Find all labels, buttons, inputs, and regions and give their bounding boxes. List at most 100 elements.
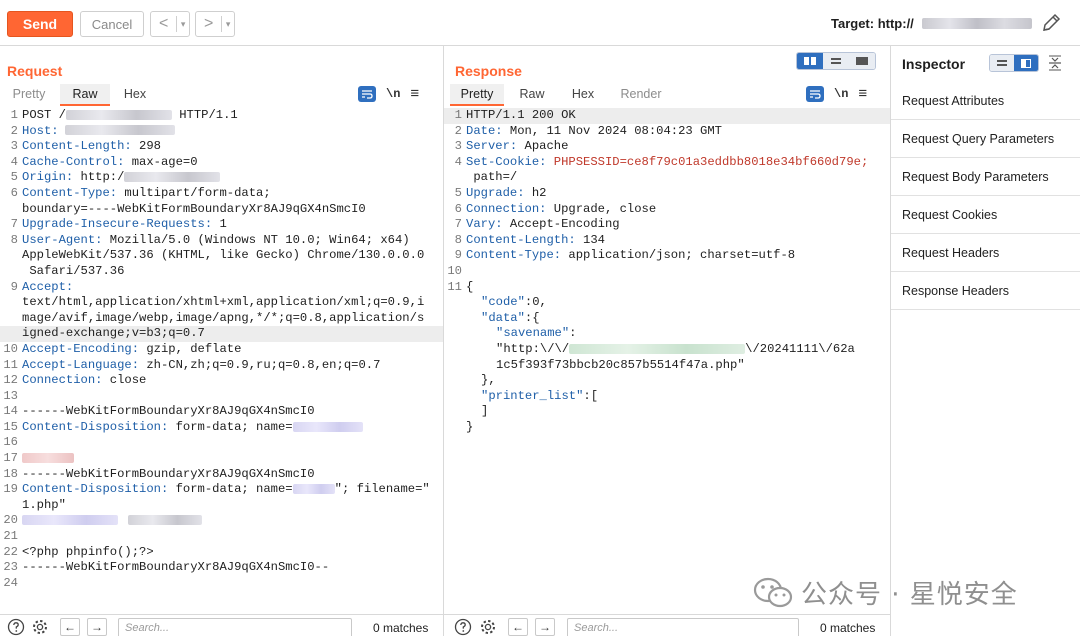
inspector-list-view-icon[interactable] <box>990 55 1014 71</box>
json-string: "http:\/\/ <box>496 341 570 356</box>
line-number: 9 <box>454 248 462 263</box>
inspector-request-body-parameters[interactable]: Request Body Parameters <box>891 158 1080 196</box>
inspector-panel-view-icon[interactable] <box>1014 55 1038 71</box>
tab-pretty[interactable]: Pretty <box>6 84 52 106</box>
line-number: 22 <box>3 544 18 559</box>
line-number: 5 <box>454 185 462 200</box>
header-value: "; filename=" <box>334 482 430 497</box>
cancel-button[interactable]: Cancel <box>80 11 144 37</box>
wrap-lines-icon[interactable] <box>358 86 376 102</box>
request-panel: Request Pretty Raw Hex \n ≡ 1 POST / HTTP… <box>0 46 444 636</box>
response-search-input[interactable]: Search... <box>567 618 799 636</box>
header-value: Safari/537.36 <box>22 263 125 278</box>
redacted-field-name <box>292 421 363 432</box>
tab-pretty[interactable]: Pretty <box>450 84 504 106</box>
header-key: Accept-Language: <box>22 357 140 372</box>
forward-button[interactable]: > ▾ <box>195 11 235 37</box>
inspector-request-headers[interactable]: Request Headers <box>891 234 1080 272</box>
layout-tabs-icon[interactable] <box>849 53 875 69</box>
header-value: Upgrade, close <box>546 201 657 216</box>
line-number: 21 <box>3 529 18 544</box>
search-previous-button[interactable]: ← <box>60 618 80 636</box>
forward-dropdown-icon[interactable]: ▾ <box>222 19 234 30</box>
json-value: :[ <box>583 388 599 403</box>
request-search-input[interactable]: Search... <box>118 618 352 636</box>
response-editor-tools: \n ≡ <box>806 84 867 104</box>
header-value: Mozilla/5.0 (Windows NT 10.0; Win64; x64… <box>102 232 410 247</box>
inspector-response-headers[interactable]: Response Headers <box>891 272 1080 310</box>
header-value: close <box>102 373 147 388</box>
help-icon[interactable] <box>454 618 472 636</box>
cookie-value: path=/ <box>466 170 518 185</box>
show-newlines-icon[interactable]: \n <box>386 87 400 101</box>
edit-target-pencil-icon[interactable] <box>1040 12 1062 34</box>
line-number: 9 <box>10 279 18 294</box>
json-brace: } <box>466 419 474 434</box>
header-value: Accept-Encoding <box>502 217 620 232</box>
line-number: 10 <box>447 263 462 278</box>
request-editor[interactable]: 1 POST / HTTP/1.1 2 Host: 3 Content-Length:… <box>0 108 443 591</box>
search-previous-button[interactable]: ← <box>508 618 528 636</box>
inspector-request-query-parameters[interactable]: Request Query Parameters <box>891 120 1080 158</box>
wechat-logo-icon <box>753 577 793 607</box>
send-button[interactable]: Send <box>7 11 73 37</box>
header-value: form-data; name= <box>168 419 293 434</box>
header-value: text/html,application/xhtml+xml,applicat… <box>22 295 425 310</box>
layout-side-by-side-icon[interactable] <box>797 53 823 69</box>
tab-raw[interactable]: Raw <box>512 84 552 106</box>
boundary-line: ------WebKitFormBoundaryXr8AJ9qGX4nSmcI0 <box>22 404 315 419</box>
line-number: 11 <box>447 279 462 294</box>
line-number: 6 <box>454 201 462 216</box>
tab-raw[interactable]: Raw <box>60 84 110 106</box>
back-arrow-icon: < <box>158 15 169 32</box>
search-next-button[interactable]: → <box>87 618 107 636</box>
response-panel: Response Pretty Raw Hex Render \n ≡ 1 HTT… <box>444 46 891 636</box>
header-key: Vary: <box>466 217 503 232</box>
header-key: Content-Type: <box>22 185 118 200</box>
request-line-text: POST / <box>22 108 66 122</box>
tab-render[interactable]: Render <box>614 84 668 106</box>
line-number: 15 <box>3 419 18 434</box>
line-number: 7 <box>454 217 462 232</box>
header-key: Cache-Control: <box>22 154 125 169</box>
editor-menu-icon[interactable]: ≡ <box>858 86 867 102</box>
inspector-request-cookies[interactable]: Request Cookies <box>891 196 1080 234</box>
json-key: "savename" <box>496 326 570 341</box>
layout-stacked-icon[interactable] <box>823 53 849 69</box>
settings-gear-icon[interactable] <box>31 618 49 636</box>
inspector-request-attributes[interactable]: Request Attributes <box>891 82 1080 120</box>
line-number: 3 <box>10 139 18 154</box>
header-key: Origin: <box>22 170 74 185</box>
tab-hex[interactable]: Hex <box>564 84 602 106</box>
search-next-button[interactable]: → <box>535 618 555 636</box>
wrap-lines-icon[interactable] <box>806 86 824 102</box>
redacted-host <box>569 343 746 354</box>
header-key: Content-Type: <box>466 248 562 263</box>
settings-gear-icon[interactable] <box>479 618 497 636</box>
line-number: 4 <box>454 154 462 169</box>
line-number: 20 <box>3 513 18 528</box>
line-number: 3 <box>454 139 462 154</box>
header-key: Content-Disposition: <box>22 482 169 497</box>
line-number: 17 <box>3 451 18 466</box>
top-toolbar: Send Cancel < ▾ > ▾ Target: http:// <box>0 0 1080 46</box>
back-dropdown-icon[interactable]: ▾ <box>177 19 189 30</box>
json-string: 1c5f393f73bbcb20c857b5514f47a.php" <box>496 357 745 372</box>
help-icon[interactable] <box>7 618 25 636</box>
header-value: igned-exchange;v=b3;q=0.7 <box>22 326 205 341</box>
header-key: Content-Disposition: <box>22 419 169 434</box>
editor-menu-icon[interactable]: ≡ <box>410 86 419 102</box>
header-key: Content-Length: <box>466 232 576 247</box>
response-editor[interactable]: 1 HTTP/1.1 200 OK 2 Date: Mon, 11 Nov 2024… <box>444 108 890 435</box>
line-number: 1 <box>454 108 462 122</box>
json-key: "data" <box>481 310 525 325</box>
collapse-inspector-icon[interactable] <box>1048 55 1062 71</box>
header-key: Date: <box>466 123 503 138</box>
header-value: http:/ <box>73 170 125 185</box>
header-key: Upgrade-Insecure-Requests: <box>22 217 213 232</box>
request-match-count: 0 matches <box>373 621 429 635</box>
json-key: "code" <box>481 295 525 310</box>
show-newlines-icon[interactable]: \n <box>834 87 848 101</box>
back-button[interactable]: < ▾ <box>150 11 190 37</box>
tab-hex[interactable]: Hex <box>116 84 154 106</box>
